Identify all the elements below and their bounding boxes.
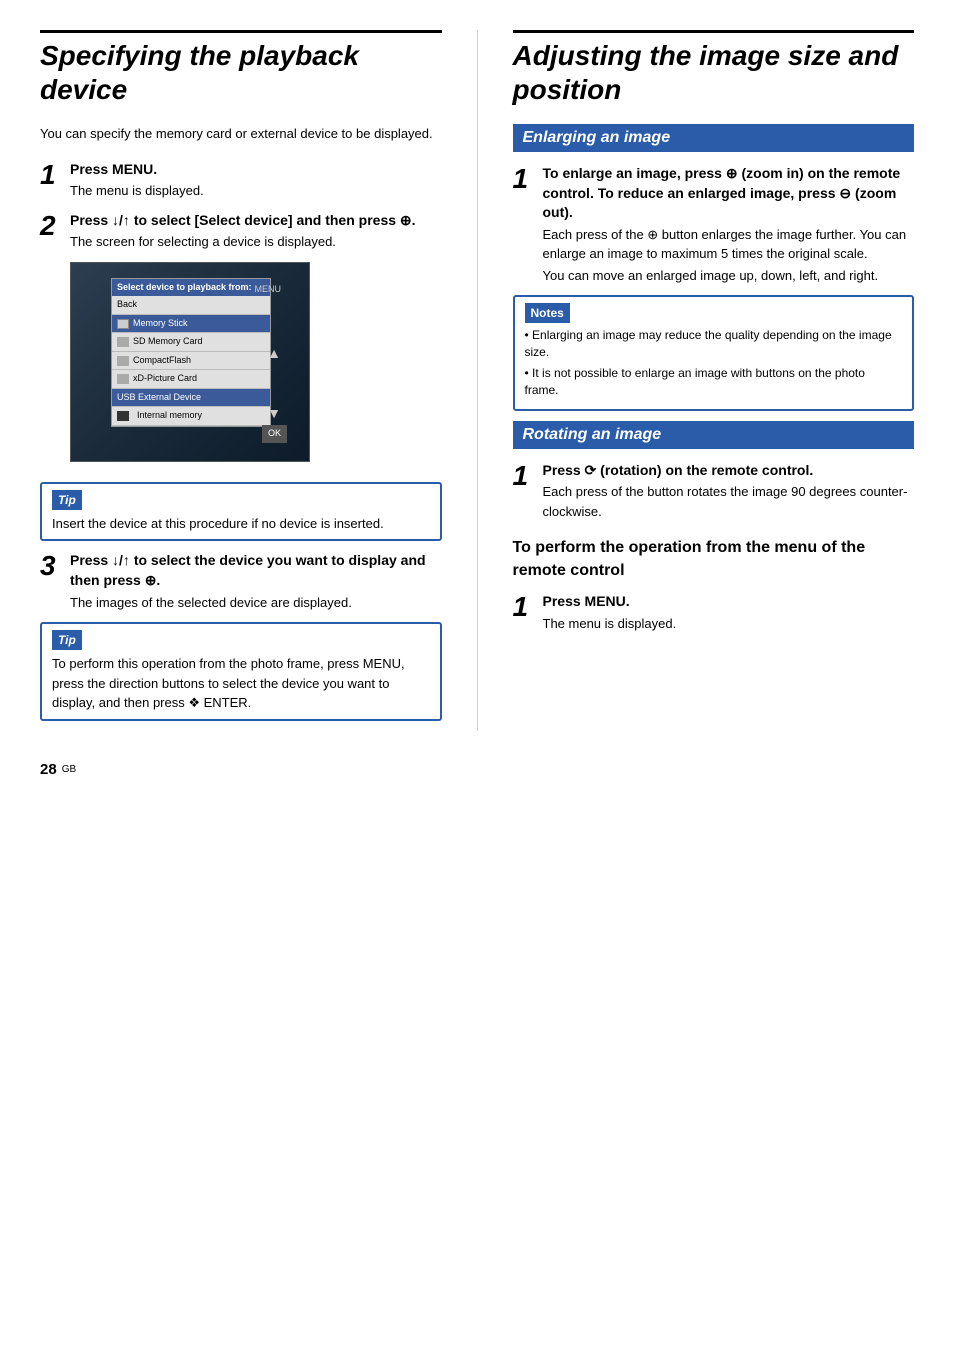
- step-2-content: Press ↓/↑ to select [Select device] and …: [70, 211, 442, 472]
- right-step-1-desc1: Each press of the ⊕ button enlarges the …: [543, 225, 915, 264]
- step-1: 1 Press MENU. The menu is displayed.: [40, 160, 442, 201]
- scroll-down-icon: ▼: [267, 403, 281, 424]
- page-number: 28: [40, 761, 57, 778]
- right-step-3-content: Press MENU. The menu is displayed.: [543, 592, 915, 633]
- tip-label-1: Tip: [52, 490, 82, 510]
- menu-item-sd: SD Memory Card: [112, 333, 270, 352]
- to-perform-title: To perform the operation from the menu o…: [513, 537, 915, 582]
- left-section-title: Specifying the playback device: [40, 39, 442, 106]
- right-step-2-content: Press ⟳ (rotation) on the remote control…: [543, 461, 915, 522]
- left-column: Specifying the playback device You can s…: [40, 30, 442, 731]
- step-2-number: 2: [40, 211, 62, 472]
- step-3-title: Press ↓/↑ to select the device you want …: [70, 551, 442, 590]
- page-suffix: GB: [62, 764, 76, 775]
- step-3: 3 Press ↓/↑ to select the device you wan…: [40, 551, 442, 612]
- notes-list: Enlarging an image may reduce the qualit…: [525, 327, 903, 398]
- step-3-desc: The images of the selected device are di…: [70, 593, 442, 613]
- tip-label-2: Tip: [52, 630, 82, 650]
- scroll-up-icon: ▲: [267, 343, 281, 364]
- right-step-1: 1 To enlarge an image, press ⊕ (zoom in)…: [513, 164, 915, 285]
- notes-box: Notes Enlarging an image may reduce the …: [513, 295, 915, 410]
- right-step-3-number: 1: [513, 592, 535, 633]
- step-2: 2 Press ↓/↑ to select [Select device] an…: [40, 211, 442, 472]
- right-step-1-number: 1: [513, 164, 535, 285]
- menu-item-cf: CompactFlash: [112, 352, 270, 371]
- rotating-subsection-header: Rotating an image: [513, 421, 915, 449]
- xd-icon: [117, 374, 129, 384]
- right-step-2-number: 1: [513, 461, 535, 522]
- device-menu-panel: Select device to playback from: Back Mem…: [111, 278, 271, 427]
- right-step-3-title: Press MENU.: [543, 592, 915, 612]
- menu-item-memory-stick: Memory Stick: [112, 315, 270, 334]
- right-step-1-content: To enlarge an image, press ⊕ (zoom in) o…: [543, 164, 915, 285]
- column-divider: [477, 30, 478, 731]
- tip-text-2: To perform this operation from the photo…: [52, 654, 430, 713]
- note-item-1: Enlarging an image may reduce the qualit…: [525, 327, 903, 361]
- device-menu-image: Select device to playback from: Back Mem…: [70, 262, 310, 462]
- right-step-3-desc: The menu is displayed.: [543, 614, 915, 634]
- right-column: Adjusting the image size and position En…: [513, 30, 915, 731]
- internal-icon: [117, 411, 129, 421]
- notes-label: Notes: [525, 303, 570, 323]
- menu-item-back: Back: [112, 296, 270, 315]
- tip-box-2: Tip To perform this operation from the p…: [40, 622, 442, 721]
- sd-icon: [117, 337, 129, 347]
- right-step-1-desc2: You can move an enlarged image up, down,…: [543, 266, 915, 286]
- page-footer: 28 GB: [40, 761, 914, 778]
- note-item-2: It is not possible to enlarge an image w…: [525, 365, 903, 399]
- menu-item-internal: Internal memory: [112, 407, 270, 426]
- right-step-2-title: Press ⟳ (rotation) on the remote control…: [543, 461, 915, 481]
- step-2-desc: The screen for selecting a device is dis…: [70, 232, 442, 252]
- menu-label: MENU: [255, 283, 282, 297]
- tip-text-1: Insert the device at this procedure if n…: [52, 514, 430, 534]
- ok-button: OK: [262, 425, 287, 443]
- right-step-2-desc: Each press of the button rotates the ima…: [543, 482, 915, 521]
- step-1-number: 1: [40, 160, 62, 201]
- tip-box-1: Tip Insert the device at this procedure …: [40, 482, 442, 542]
- memory-stick-icon: [117, 319, 129, 329]
- step-1-content: Press MENU. The menu is displayed.: [70, 160, 442, 201]
- cf-icon: [117, 356, 129, 366]
- step-3-number: 3: [40, 551, 62, 612]
- right-step-2: 1 Press ⟳ (rotation) on the remote contr…: [513, 461, 915, 522]
- step-1-title: Press MENU.: [70, 160, 442, 180]
- right-step-3: 1 Press MENU. The menu is displayed.: [513, 592, 915, 633]
- menu-item-usb: USB External Device: [112, 389, 270, 408]
- left-top-divider: [40, 30, 442, 33]
- menu-item-xd: xD-Picture Card: [112, 370, 270, 389]
- left-intro: You can specify the memory card or exter…: [40, 124, 442, 144]
- enlarging-subsection-header: Enlarging an image: [513, 124, 915, 152]
- right-step-1-title: To enlarge an image, press ⊕ (zoom in) o…: [543, 164, 915, 223]
- menu-header: Select device to playback from:: [112, 279, 270, 297]
- step-1-desc: The menu is displayed.: [70, 181, 442, 201]
- step-2-title: Press ↓/↑ to select [Select device] and …: [70, 211, 442, 231]
- right-top-divider: [513, 30, 915, 33]
- right-section-title: Adjusting the image size and position: [513, 39, 915, 106]
- step-3-content: Press ↓/↑ to select the device you want …: [70, 551, 442, 612]
